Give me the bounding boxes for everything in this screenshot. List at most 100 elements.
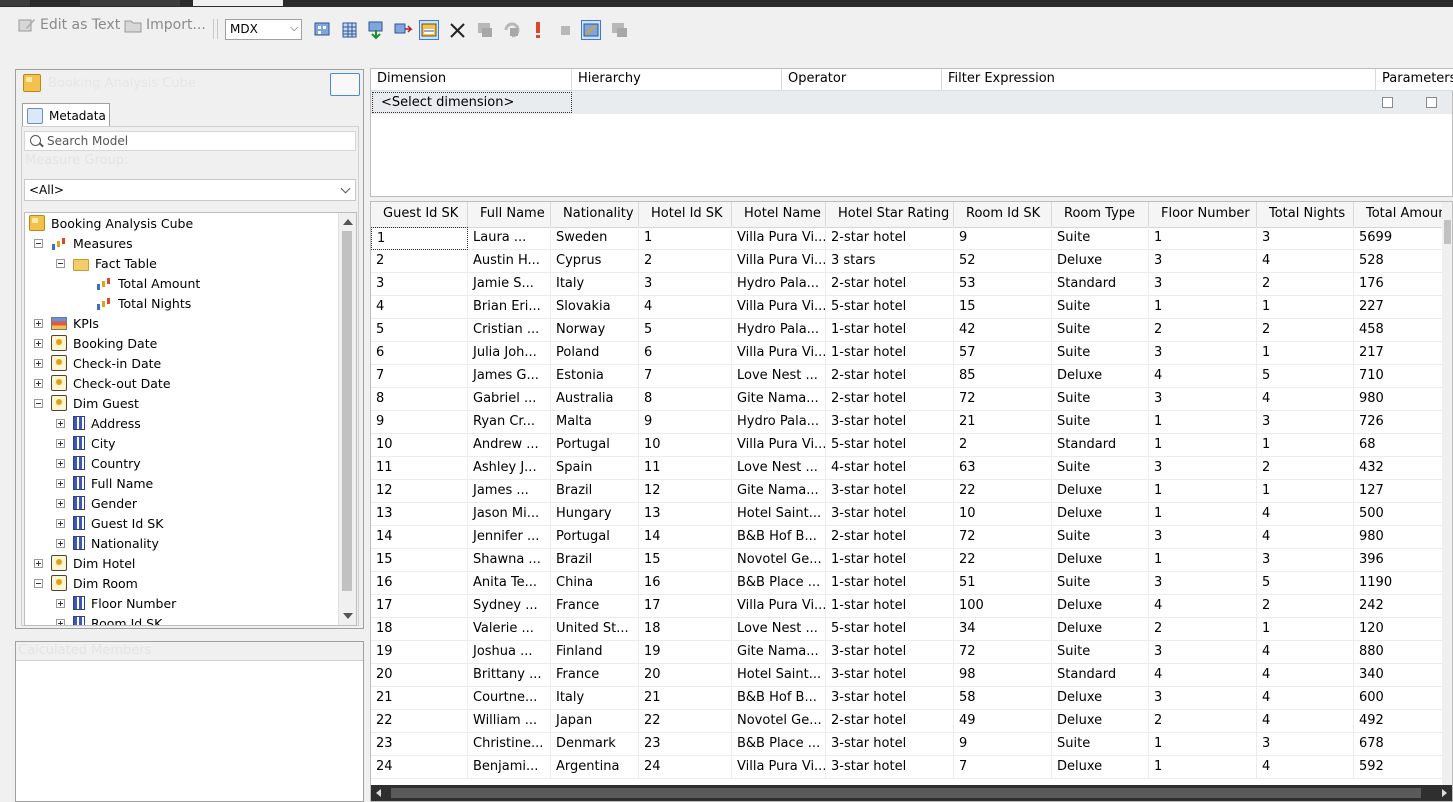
filter-column-header[interactable]: Parameters — [1376, 69, 1453, 91]
table-cell[interactable]: 458 — [1354, 319, 1452, 342]
table-cell[interactable]: 72 — [954, 388, 1052, 411]
table-cell[interactable]: 20 — [371, 664, 468, 687]
table-cell[interactable]: Gite Nama... — [732, 641, 826, 664]
table-cell[interactable]: 14 — [639, 526, 732, 549]
table-row[interactable]: 2 Austin H... Cyprus 2 Villa Pura Vi... 3 sta… — [371, 250, 1452, 273]
table-cell[interactable]: Laura ... — [468, 227, 551, 250]
table-row[interactable]: 5 Cristian ... Norway 5 Hydro Pala... 1-star … — [371, 319, 1452, 342]
table-cell[interactable]: 52 — [954, 250, 1052, 273]
table-cell[interactable]: 11 — [371, 457, 468, 480]
table-cell[interactable]: 120 — [1354, 618, 1452, 641]
expand-icon[interactable] — [56, 458, 65, 468]
tree-node[interactable]: Floor Number — [56, 593, 176, 613]
table-cell[interactable]: Norway — [551, 319, 639, 342]
table-row[interactable]: 9 Ryan Cr... Malta 9 Hydro Pala... 3-star hot… — [371, 411, 1452, 434]
table-cell[interactable]: 592 — [1354, 756, 1452, 779]
table-cell[interactable]: Cyprus — [551, 250, 639, 273]
tree-node[interactable]: Gender — [56, 493, 137, 513]
show-empty-cells-button[interactable] — [393, 20, 413, 40]
table-cell[interactable]: 1 — [1149, 296, 1257, 319]
table-cell[interactable]: 3-star hotel — [826, 664, 954, 687]
table-cell[interactable]: 1190 — [1354, 572, 1452, 595]
table-cell[interactable]: Deluxe — [1052, 503, 1149, 526]
table-cell[interactable]: 3-star hotel — [826, 641, 954, 664]
table-cell[interactable]: 3 — [1149, 526, 1257, 549]
table-cell[interactable]: 20 — [639, 664, 732, 687]
table-cell[interactable]: Hydro Pala... — [732, 273, 826, 296]
table-cell[interactable]: B&B Place ... — [732, 572, 826, 595]
table-cell[interactable]: 217 — [1354, 342, 1452, 365]
table-cell[interactable]: 68 — [1354, 434, 1452, 457]
tab-active[interactable] — [193, 0, 283, 6]
table-cell[interactable]: 3-star hotel — [826, 687, 954, 710]
table-cell[interactable]: 5-star hotel — [826, 618, 954, 641]
table-cell[interactable]: 5699 — [1354, 227, 1452, 250]
table-cell[interactable]: 13 — [371, 503, 468, 526]
table-cell[interactable]: Standard — [1052, 664, 1149, 687]
table-cell[interactable]: 57 — [954, 342, 1052, 365]
table-cell[interactable]: 98 — [954, 664, 1052, 687]
expand-icon[interactable] — [56, 478, 65, 488]
edit-as-text-button[interactable]: Edit as Text — [18, 17, 120, 33]
tree-node[interactable]: Dim Room — [34, 573, 138, 593]
table-cell[interactable]: 16 — [371, 572, 468, 595]
table-cell[interactable]: Deluxe — [1052, 365, 1149, 388]
table-cell[interactable]: 980 — [1354, 526, 1452, 549]
table-cell[interactable]: Suite — [1052, 342, 1149, 365]
table-cell[interactable]: 2-star hotel — [826, 273, 954, 296]
table-cell[interactable]: 2-star hotel — [826, 388, 954, 411]
table-cell[interactable]: 4 — [371, 296, 468, 319]
table-cell[interactable]: 2-star hotel — [826, 365, 954, 388]
table-cell[interactable]: Shawna ... — [468, 549, 551, 572]
table-cell[interactable]: Hydro Pala... — [732, 319, 826, 342]
table-cell[interactable]: Novotel Ge... — [732, 549, 826, 572]
table-cell[interactable]: 1-star hotel — [826, 572, 954, 595]
table-cell[interactable]: 4 — [1257, 641, 1354, 664]
table-cell[interactable]: 15 — [954, 296, 1052, 319]
table-cell[interactable]: 2 — [1257, 457, 1354, 480]
table-row[interactable]: 4 Brian Eri... Slovakia 4 Villa Pura Vi... 5-… — [371, 296, 1452, 319]
table-cell[interactable]: Benjami... — [468, 756, 551, 779]
table-cell[interactable]: Hydro Pala... — [732, 411, 826, 434]
table-cell[interactable]: 726 — [1354, 411, 1452, 434]
table-cell[interactable]: France — [551, 595, 639, 618]
table-cell[interactable]: 16 — [639, 572, 732, 595]
table-cell[interactable]: 19 — [371, 641, 468, 664]
table-cell[interactable]: 10 — [371, 434, 468, 457]
results-column-header[interactable]: Floor Number — [1149, 202, 1257, 227]
table-cell[interactable]: 4 — [1149, 595, 1257, 618]
table-cell[interactable]: 10 — [954, 503, 1052, 526]
table-cell[interactable]: 1-star hotel — [826, 319, 954, 342]
table-cell[interactable]: 11 — [639, 457, 732, 480]
table-cell[interactable]: Jamie S... — [468, 273, 551, 296]
table-cell[interactable]: 2-star hotel — [826, 710, 954, 733]
table-cell[interactable]: 12 — [639, 480, 732, 503]
import-button[interactable]: Import... — [124, 17, 206, 33]
table-cell[interactable]: James ... — [468, 480, 551, 503]
scroll-right-icon[interactable] — [1442, 789, 1447, 797]
metadata-tree[interactable]: Room Id SK Floor Number Dim Room Dim Hotel N… — [24, 212, 357, 626]
table-cell[interactable]: 2-star hotel — [826, 227, 954, 250]
table-cell[interactable]: Villa Pura Vi... — [732, 595, 826, 618]
collapse-icon[interactable] — [34, 578, 43, 588]
table-row[interactable]: 13 Jason Mi... Hungary 13 Hotel Saint... 3-st… — [371, 503, 1452, 526]
table-cell[interactable]: 5-star hotel — [826, 434, 954, 457]
table-row[interactable]: 18 Valerie ... United St... 18 Love Nest ...… — [371, 618, 1452, 641]
table-cell[interactable]: 4 — [1257, 710, 1354, 733]
parameter-checkbox[interactable] — [1382, 97, 1393, 108]
table-cell[interactable]: 4 — [1149, 365, 1257, 388]
results-column-header[interactable]: Hotel Name — [732, 202, 826, 227]
table-cell[interactable]: 1 — [1149, 756, 1257, 779]
table-cell[interactable]: 8 — [371, 388, 468, 411]
table-cell[interactable]: 12 — [371, 480, 468, 503]
table-cell[interactable]: 4 — [1257, 250, 1354, 273]
table-cell[interactable]: 3 — [1149, 457, 1257, 480]
tree-node[interactable]: City — [56, 433, 116, 453]
browse-cube-button[interactable] — [330, 73, 360, 96]
table-cell[interactable]: 21 — [371, 687, 468, 710]
table-cell[interactable]: 42 — [954, 319, 1052, 342]
table-cell[interactable]: Suite — [1052, 388, 1149, 411]
table-cell[interactable]: Deluxe — [1052, 250, 1149, 273]
table-row[interactable]: 8 Gabriel ... Australia 8 Gite Nama... 2-star… — [371, 388, 1452, 411]
design-mode-button[interactable] — [581, 20, 601, 40]
